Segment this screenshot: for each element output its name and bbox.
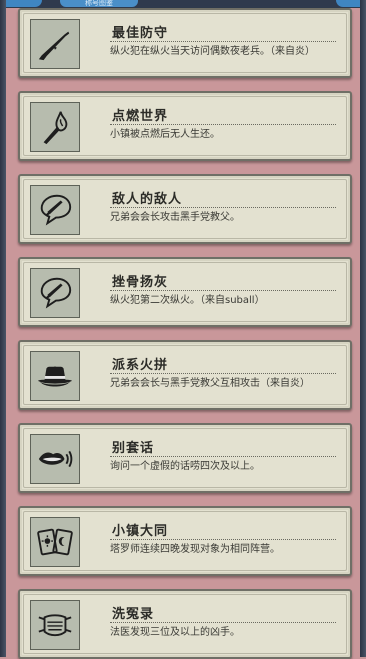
achievement-description: 小镇被点燃后无人生还。 — [110, 129, 220, 140]
achievement-icon-frame — [30, 434, 80, 484]
achievement-title: 派系火拼 — [112, 358, 169, 373]
achievement-title: 敌人的敌人 — [112, 192, 183, 207]
divider — [110, 622, 336, 623]
top-bar — [0, 0, 366, 8]
fedora-hat-icon — [37, 366, 73, 387]
achievement-description: 塔罗师连续四晚发现对象为相同阵营。 — [110, 544, 280, 555]
achievement-title: 挫骨扬灰 — [112, 275, 169, 290]
torch-icon — [43, 111, 68, 145]
achievement-card[interactable]: 点燃世界 小镇被点燃后无人生还。 — [18, 91, 352, 161]
speech-knife-icon — [40, 277, 72, 309]
achievement-icon-frame — [30, 600, 80, 650]
achievement-title: 小镇大同 — [112, 524, 169, 539]
achievement-description: 兄弟会会长攻击黑手党教父。 — [110, 212, 240, 223]
divider — [110, 539, 336, 540]
divider — [110, 41, 336, 42]
achievement-icon-frame — [30, 185, 80, 235]
achievement-title: 点燃世界 — [112, 109, 169, 124]
achievement-card[interactable]: 别套话 询问一个虚假的话唠四次及以上。 — [18, 423, 352, 493]
tarot-cards-icon — [37, 528, 73, 556]
achievement-description: 兄弟会会长与黑手党教父互相攻击（来自炎） — [110, 378, 310, 389]
divider — [110, 124, 336, 125]
achievement-icon-frame — [30, 102, 80, 152]
divider — [110, 290, 336, 291]
rifle-icon — [38, 31, 70, 61]
speech-knife-icon — [40, 194, 72, 226]
divider — [110, 456, 336, 457]
divider — [110, 207, 336, 208]
achievement-card[interactable]: 最佳防守 纵火犯在纵火当天访问偶数夜老兵。（来自炎） — [18, 8, 352, 78]
achievement-icon-frame — [30, 19, 80, 69]
frame-right — [360, 0, 366, 657]
achievement-description: 纵火犯在纵火当天访问偶数夜老兵。（来自炎） — [110, 46, 315, 57]
tab-achievements[interactable]: 称号图鉴 — [60, 0, 138, 7]
achievement-title: 别套话 — [112, 441, 155, 456]
divider — [110, 373, 336, 374]
achievement-title: 洗冤录 — [112, 607, 155, 622]
achievement-icon-frame — [30, 517, 80, 567]
achievement-card[interactable]: 洗冤录 法医发现三位及以上的凶手。 — [18, 589, 352, 659]
achievement-icon-frame — [30, 268, 80, 318]
achievement-card[interactable]: 派系火拼 兄弟会会长与黑手党教父互相攻击（来自炎） — [18, 340, 352, 410]
back-button[interactable] — [0, 0, 42, 7]
achievement-description: 询问一个虚假的话唠四次及以上。 — [110, 461, 260, 472]
achievement-card[interactable]: 小镇大同 塔罗师连续四晚发现对象为相同阵营。 — [18, 506, 352, 576]
frame-left — [0, 0, 6, 657]
face-mask-icon — [38, 614, 72, 637]
achievement-card[interactable]: 挫骨扬灰 纵火犯第二次纵火。（来自suball） — [18, 257, 352, 327]
achievement-title: 最佳防守 — [112, 26, 169, 41]
achievement-description: 法医发现三位及以上的凶手。 — [110, 627, 240, 638]
mouth-sound-icon — [38, 450, 73, 468]
achievement-card[interactable]: 敌人的敌人 兄弟会会长攻击黑手党教父。 — [18, 174, 352, 244]
achievement-icon-frame — [30, 351, 80, 401]
achievement-description: 纵火犯第二次纵火。（来自suball） — [110, 295, 265, 306]
